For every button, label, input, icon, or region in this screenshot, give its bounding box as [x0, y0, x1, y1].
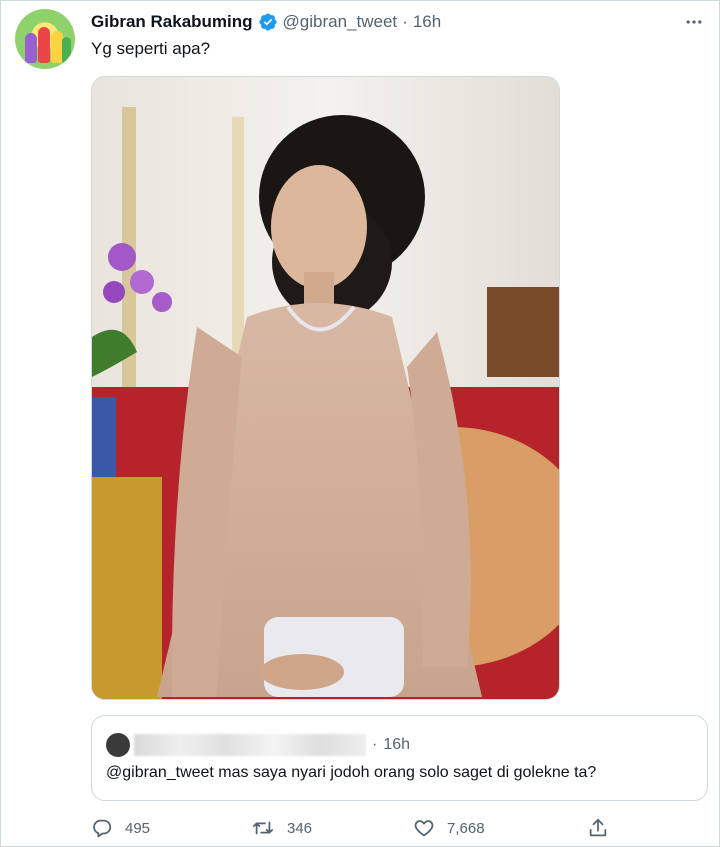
share-button[interactable] — [587, 815, 621, 841]
tweet-header: Gibran Rakabuming @gibran_tweet · 16h — [91, 11, 441, 33]
more-options-icon[interactable] — [683, 11, 705, 33]
avatar-figure-green — [62, 37, 71, 63]
quoted-tweet[interactable]: · 16h @gibran_tweet mas saya nyari jodoh… — [91, 715, 708, 801]
quoted-timestamp: 16h — [383, 736, 411, 753]
photo-icon — [92, 77, 559, 699]
quoted-tweet-header: · 16h — [106, 733, 411, 757]
author-avatar[interactable] — [15, 9, 75, 69]
verified-badge-icon — [258, 12, 278, 32]
share-icon — [589, 818, 607, 837]
retweet-count: 346 — [287, 819, 313, 837]
reply-icon — [93, 819, 112, 838]
author-handle[interactable]: @gibran_tweet — [283, 12, 398, 32]
author-name[interactable]: Gibran Rakabuming — [91, 12, 253, 32]
like-count: 7,668 — [447, 819, 485, 837]
reply-button[interactable]: 495 — [91, 815, 150, 841]
quoted-author-name-redacted — [134, 734, 366, 756]
tweet-actions: 495 346 7,668 — [91, 815, 611, 841]
header-separator: · — [402, 12, 408, 31]
tweet-text: Yg seperti apa? — [91, 39, 211, 58]
avatar-figure-red — [38, 27, 50, 63]
quoted-tweet-text: @gibran_tweet mas saya nyari jodoh orang… — [106, 764, 597, 781]
retweet-icon — [252, 821, 274, 835]
reply-count: 495 — [125, 819, 151, 837]
avatar-figure-purple — [25, 33, 37, 63]
quoted-author-avatar — [106, 733, 130, 757]
like-button[interactable]: 7,668 — [413, 815, 485, 841]
tweet-card: Gibran Rakabuming @gibran_tweet · 16h Yg… — [0, 0, 720, 847]
tweet-photo[interactable] — [91, 76, 560, 700]
retweet-button[interactable]: 346 — [251, 815, 312, 841]
tweet-timestamp[interactable]: 16h — [413, 12, 441, 32]
quoted-separator: · — [372, 736, 378, 753]
heart-icon — [414, 820, 434, 837]
